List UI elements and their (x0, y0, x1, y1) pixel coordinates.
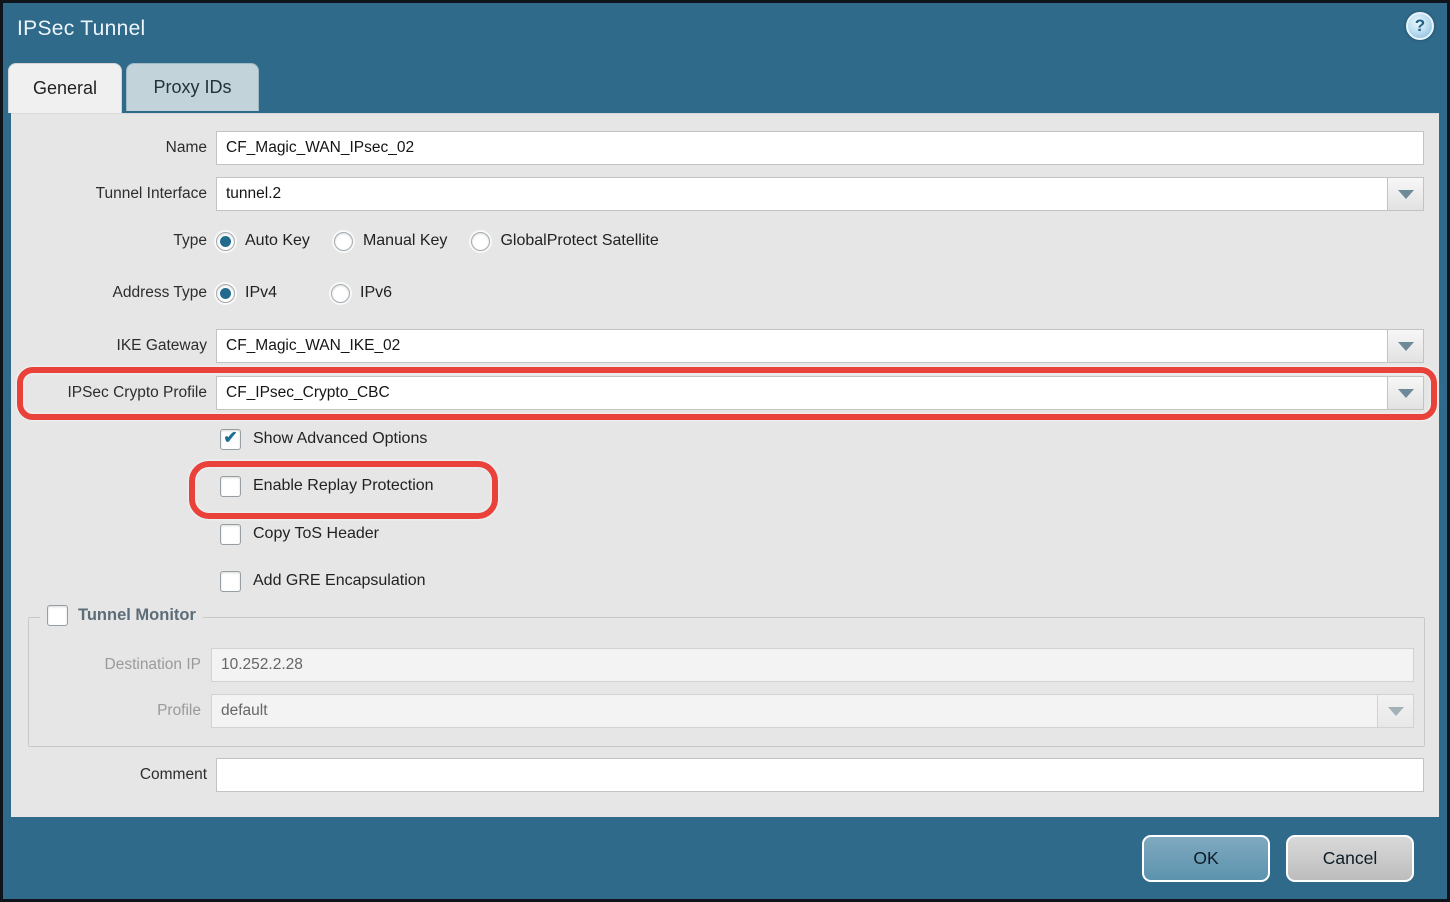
type-radio-group: Auto Key Manual Key GlobalProtect Satell… (216, 232, 683, 251)
tab-bar: General Proxy IDs (8, 63, 259, 113)
chevron-down-icon (1398, 190, 1414, 199)
ike-gateway-label: IKE Gateway (11, 337, 207, 355)
type-label: Type (11, 232, 207, 250)
ipsec-crypto-profile-label: IPSec Crypto Profile (11, 384, 207, 402)
radio-icon (334, 232, 353, 251)
radio-ipv4[interactable]: IPv4 (216, 284, 331, 303)
help-icon[interactable]: ? (1406, 12, 1434, 40)
radio-icon (216, 232, 235, 251)
general-tab-panel: Name Tunnel Interface Type Auto Key (11, 113, 1439, 820)
tunnel-monitor-fieldset: Tunnel Monitor Destination IP Profile (28, 617, 1425, 747)
destination-ip-input (211, 648, 1414, 682)
checkbox-tunnel-monitor[interactable]: Tunnel Monitor (40, 605, 203, 626)
chevron-down-icon (1398, 342, 1414, 351)
address-type-row: Address Type IPv4 IPv6 (11, 279, 1439, 307)
tab-general[interactable]: General (8, 63, 122, 113)
tunnel-interface-dropdown-button[interactable] (1388, 177, 1424, 211)
ike-gateway-input[interactable] (216, 329, 1388, 363)
checkbox-icon (47, 605, 68, 626)
cancel-button[interactable]: Cancel (1286, 835, 1414, 882)
radio-icon (216, 284, 235, 303)
comment-row: Comment (11, 758, 1439, 792)
dialog-title: IPSec Tunnel (17, 17, 146, 41)
checkbox-enable-replay-protection[interactable]: Enable Replay Protection (220, 473, 434, 499)
profile-input (211, 694, 1378, 728)
radio-ipv6[interactable]: IPv6 (331, 284, 416, 303)
ok-button[interactable]: OK (1142, 835, 1270, 882)
checkbox-add-gre-encapsulation[interactable]: Add GRE Encapsulation (220, 568, 426, 594)
address-type-radio-group: IPv4 IPv6 (216, 284, 416, 303)
ipsec-crypto-profile-input[interactable] (216, 376, 1388, 410)
chevron-down-icon (1388, 707, 1404, 716)
comment-input[interactable] (216, 758, 1424, 792)
ipsec-crypto-profile-row: IPSec Crypto Profile (11, 376, 1439, 410)
checkbox-icon (220, 524, 241, 545)
radio-manual-key[interactable]: Manual Key (334, 232, 472, 251)
checkbox-icon (220, 571, 241, 592)
type-row: Type Auto Key Manual Key GlobalProtect S… (11, 227, 1439, 255)
radio-auto-key[interactable]: Auto Key (216, 232, 334, 251)
dialog-footer: OK Cancel (3, 817, 1447, 899)
tunnel-interface-label: Tunnel Interface (11, 185, 207, 203)
tunnel-interface-row: Tunnel Interface (11, 177, 1439, 211)
radio-globalprotect-satellite[interactable]: GlobalProtect Satellite (471, 232, 682, 251)
radio-icon (331, 284, 350, 303)
name-label: Name (11, 139, 207, 157)
checkbox-show-advanced-options[interactable]: Show Advanced Options (220, 426, 427, 452)
checkbox-icon (220, 476, 241, 497)
destination-ip-row: Destination IP (29, 648, 1424, 682)
tunnel-interface-input[interactable] (216, 177, 1388, 211)
destination-ip-label: Destination IP (29, 656, 201, 674)
ike-gateway-row: IKE Gateway (11, 329, 1439, 363)
profile-dropdown-button (1378, 694, 1414, 728)
checkbox-icon (220, 429, 241, 450)
ike-gateway-dropdown-button[interactable] (1388, 329, 1424, 363)
ipsec-crypto-profile-dropdown-button[interactable] (1388, 376, 1424, 410)
titlebar: IPSec Tunnel ? (3, 3, 1447, 63)
chevron-down-icon (1398, 389, 1414, 398)
name-input[interactable] (216, 131, 1424, 165)
address-type-label: Address Type (11, 284, 207, 302)
checkbox-copy-tos-header[interactable]: Copy ToS Header (220, 521, 379, 547)
radio-icon (471, 232, 490, 251)
comment-label: Comment (11, 766, 207, 784)
profile-label: Profile (29, 702, 201, 720)
profile-row: Profile (29, 694, 1424, 728)
tab-proxy-ids[interactable]: Proxy IDs (126, 63, 259, 111)
name-row: Name (11, 131, 1439, 165)
ipsec-tunnel-dialog: IPSec Tunnel ? General Proxy IDs Name Tu… (0, 0, 1450, 902)
